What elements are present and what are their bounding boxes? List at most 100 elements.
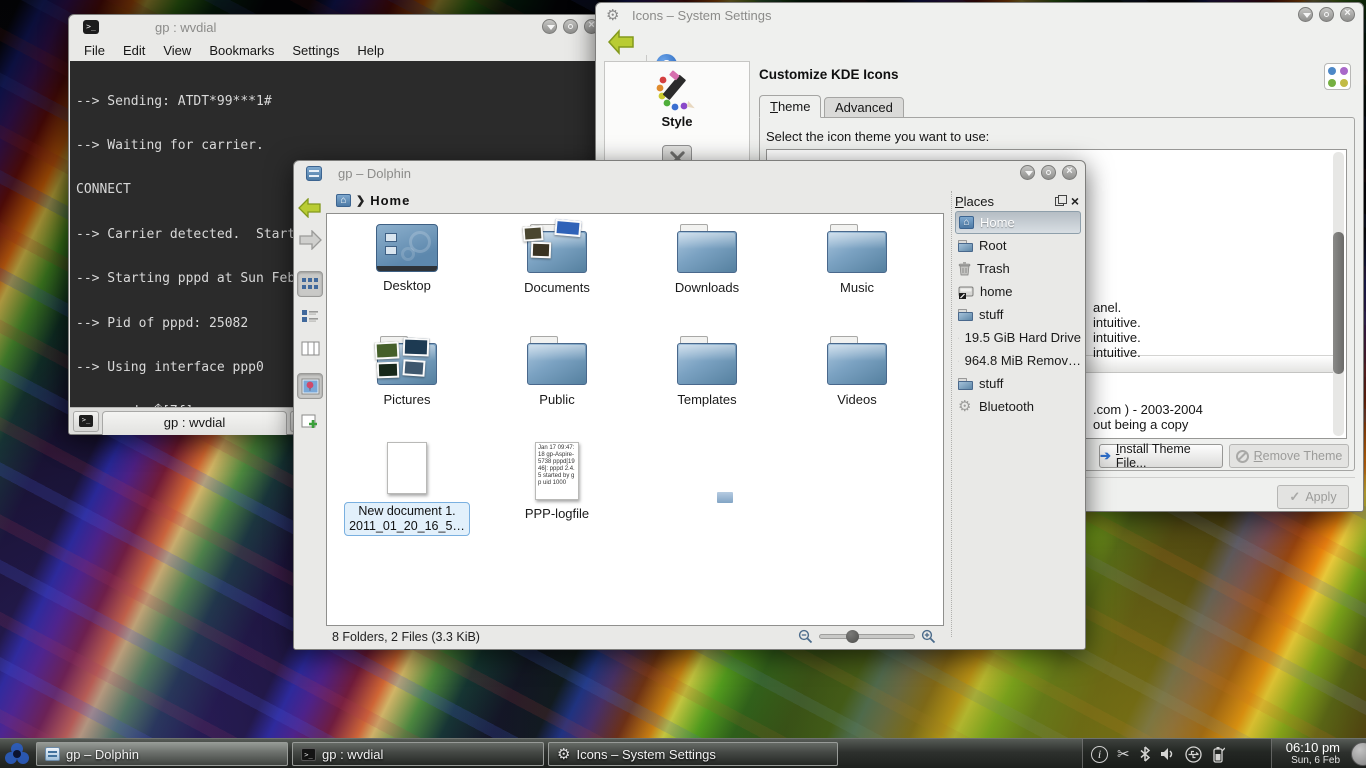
place-item-home[interactable]: ⌂ Home [955, 211, 1081, 234]
minimize-button[interactable] [542, 19, 557, 34]
home-folder-icon[interactable]: ⌂ [336, 194, 351, 207]
undock-icon[interactable] [1055, 197, 1064, 206]
info-icon[interactable]: i [1091, 746, 1108, 763]
place-item-stuff[interactable]: stuff [955, 303, 1081, 326]
battery-icon[interactable] [1211, 746, 1225, 763]
preview-icon [301, 378, 320, 395]
gear-icon: ⚙ [606, 6, 619, 24]
back-button[interactable] [297, 195, 323, 221]
details-view-button[interactable] [297, 303, 323, 329]
tab-theme[interactable]: Theme [759, 95, 821, 118]
close-button[interactable]: × [1340, 7, 1355, 22]
folder-item[interactable]: Pictures [337, 336, 477, 407]
minimize-button[interactable] [1020, 165, 1035, 180]
bluetooth-icon[interactable] [1139, 746, 1151, 762]
trash-icon [958, 261, 971, 276]
forward-button[interactable] [297, 227, 323, 253]
folder-icon [677, 224, 737, 274]
breadcrumb-separator: ❯ [356, 194, 365, 207]
menu-edit[interactable]: Edit [114, 43, 154, 58]
folder-item[interactable]: Templates [637, 336, 777, 407]
folder-item[interactable]: Videos [787, 336, 927, 407]
place-item-home-drive[interactable]: home [955, 280, 1081, 303]
dolphin-folder-view[interactable]: Desktop Documents Downloads Music [326, 213, 944, 626]
selected-file-label: New document 1.2011_01_20_16_5… [344, 502, 470, 536]
theme-list-fragment: intuitive. [1093, 345, 1141, 360]
folder-item[interactable]: Desktop [337, 224, 477, 293]
theme-list-fragment: anel. [1093, 300, 1121, 315]
documents-folder-icon [527, 224, 587, 274]
terminal-icon: >_ [79, 415, 93, 427]
folder-item[interactable]: Documents [487, 224, 627, 295]
dolphin-titlebar[interactable]: gp – Dolphin × [294, 161, 1085, 185]
maximize-button[interactable] [1319, 7, 1334, 22]
zoom-slider-knob[interactable] [846, 630, 859, 643]
menu-bookmarks[interactable]: Bookmarks [200, 43, 283, 58]
new-tab-button[interactable]: >_ [73, 411, 99, 432]
close-icon[interactable]: × [1071, 195, 1079, 207]
volume-icon[interactable] [1160, 747, 1176, 761]
dolphin-toolbar [294, 187, 326, 649]
apply-button[interactable]: ✓ Apply [1277, 485, 1349, 509]
blank-document-icon [387, 442, 427, 494]
place-item-bluetooth[interactable]: ⚙ Bluetooth [955, 395, 1081, 418]
folder-item[interactable]: Downloads [637, 224, 777, 295]
back-arrow-icon [298, 198, 322, 218]
zoom-in-icon[interactable] [921, 629, 936, 644]
file-item[interactable]: Jan 17 09:47:18 gp-Aspire-5738 pppd[1946… [487, 442, 627, 521]
clock[interactable]: 06:10 pm Sun, 6 Feb [1272, 740, 1340, 766]
taskbar: gp – Dolphin >_ gp : wvdial ⚙ Icons – Sy… [0, 738, 1366, 768]
folder-icon [677, 336, 737, 386]
task-dolphin[interactable]: gp – Dolphin [36, 742, 288, 766]
file-item-selected[interactable]: New document 1.2011_01_20_16_5… [337, 442, 477, 536]
scrollbar-thumb[interactable] [1333, 232, 1344, 374]
folder-icon [827, 224, 887, 274]
konsole-titlebar[interactable]: >_ gp : wvdial × [69, 15, 607, 39]
gear-icon: ⚙ [557, 747, 570, 762]
place-item-removable[interactable]: 964.8 MiB Remov… [955, 349, 1081, 372]
icon-view-button[interactable] [297, 271, 323, 297]
menu-help[interactable]: Help [348, 43, 393, 58]
remove-theme-button[interactable]: Remove Theme [1229, 444, 1349, 468]
back-button[interactable] [606, 29, 636, 55]
columns-view-button[interactable] [297, 335, 323, 361]
place-item-stuff-2[interactable]: stuff [955, 372, 1081, 395]
breadcrumb-home[interactable]: Home [370, 193, 410, 208]
icons-module-icon [1324, 63, 1351, 90]
konsole-tab-active[interactable]: gp : wvdial [102, 411, 287, 435]
maximize-button[interactable] [563, 19, 578, 34]
menu-file[interactable]: File [75, 43, 114, 58]
zoom-slider[interactable] [819, 634, 915, 639]
zoom-out-icon[interactable] [798, 629, 813, 644]
task-system-settings[interactable]: ⚙ Icons – System Settings [548, 742, 838, 766]
clock-date: Sun, 6 Feb [1272, 755, 1340, 766]
desktop: >_ gp : wvdial × File Edit View Bookmark… [0, 0, 1366, 768]
logfile-preview-icon: Jan 17 09:47:18 gp-Aspire-5738 pppd[1946… [535, 442, 579, 500]
preview-toggle-button[interactable] [297, 373, 323, 399]
folder-item[interactable]: Public [487, 336, 627, 407]
place-item-root[interactable]: Root [955, 234, 1081, 257]
usb-device-icon[interactable] [1185, 746, 1202, 763]
folder-item[interactable]: Music [787, 224, 927, 295]
maximize-button[interactable] [1041, 165, 1056, 180]
klipper-scissors-icon[interactable]: ✂ [1117, 745, 1130, 763]
app-launcher-button[interactable] [2, 740, 34, 768]
clock-time: 06:10 pm [1272, 740, 1340, 755]
split-view-button[interactable] [297, 409, 323, 435]
place-item-trash[interactable]: Trash [955, 257, 1081, 280]
minimize-button[interactable] [1298, 7, 1313, 22]
folder-icon [958, 240, 973, 252]
folder-icon [827, 336, 887, 386]
konsole-menubar: File Edit View Bookmarks Settings Help [75, 39, 393, 61]
tab-advanced[interactable]: Advanced [824, 97, 904, 118]
place-item-hard-drive[interactable]: 19.5 GiB Hard Drive [955, 326, 1081, 349]
task-konsole[interactable]: >_ gp : wvdial [292, 742, 544, 766]
menu-settings[interactable]: Settings [283, 43, 348, 58]
close-button[interactable]: × [1062, 165, 1077, 180]
panel-cashew-icon[interactable] [1351, 742, 1366, 766]
terminal-icon: >_ [83, 20, 99, 34]
install-theme-button[interactable]: ➔ Install Theme File... [1099, 444, 1223, 468]
sidebar-item-style[interactable]: Style [605, 62, 749, 171]
system-settings-titlebar[interactable]: ⚙ Icons – System Settings × [596, 3, 1363, 27]
menu-view[interactable]: View [154, 43, 200, 58]
